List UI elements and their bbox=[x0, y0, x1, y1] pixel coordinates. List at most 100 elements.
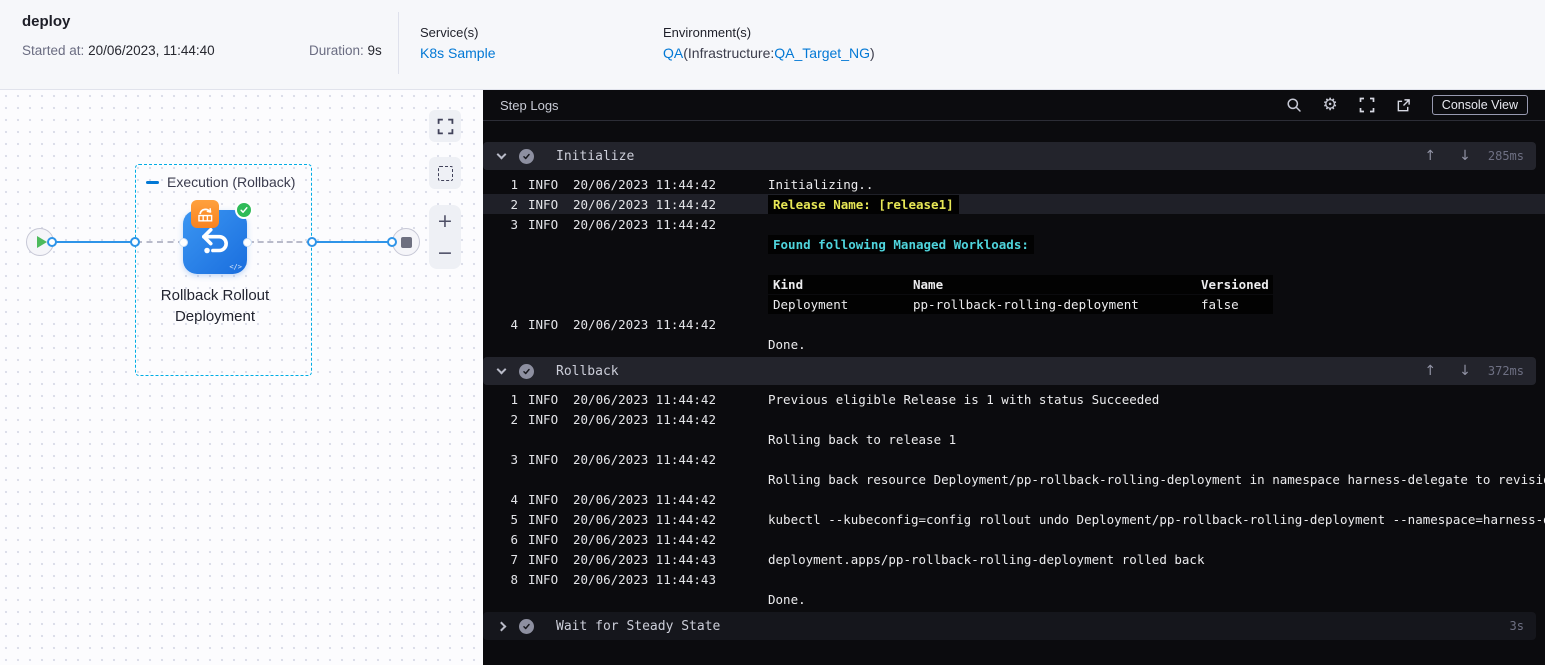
log-level: INFO bbox=[528, 511, 559, 527]
log-row[interactable]: Done. bbox=[483, 589, 1545, 609]
started-value: 20/06/2023, 11:44:40 bbox=[88, 43, 215, 58]
log-timestamp: 20/06/2023 11:44:42 bbox=[573, 196, 716, 212]
zoom-in-button[interactable]: + bbox=[429, 205, 461, 237]
rollback-step-node[interactable]: </> bbox=[183, 200, 253, 274]
log-line-number: 4 bbox=[510, 491, 518, 507]
log-line-number: 7 bbox=[510, 551, 518, 567]
highlighted-log-text: Release Name: [release1] bbox=[768, 194, 959, 214]
log-row[interactable] bbox=[483, 254, 1545, 274]
search-icon[interactable] bbox=[1286, 97, 1302, 113]
log-row[interactable]: 3 INFO 20/06/2023 11:44:42 bbox=[483, 449, 1545, 469]
environments-label: Environment(s) bbox=[663, 25, 752, 40]
log-row[interactable]: 5 INFO 20/06/2023 11:44:42 kubectl --kubeco… bbox=[483, 509, 1545, 529]
table-cell: pp-rollback-rolling-deployment bbox=[913, 296, 1139, 312]
log-section-title: Initialize bbox=[556, 148, 635, 164]
log-row[interactable]: Done. bbox=[483, 334, 1545, 354]
log-message: Done. bbox=[768, 591, 806, 607]
step-label: Rollback Rollout Deployment bbox=[160, 287, 270, 325]
log-timestamp: 20/06/2023 11:44:43 bbox=[573, 551, 716, 567]
chevron-right-icon[interactable] bbox=[496, 621, 507, 631]
connector-dot bbox=[47, 237, 57, 247]
gear-icon[interactable]: ⚙ bbox=[1323, 96, 1338, 114]
log-row[interactable]: Found following Managed Workloads: bbox=[483, 234, 1545, 254]
log-row[interactable]: 4 INFO 20/06/2023 11:44:42 bbox=[483, 489, 1545, 509]
log-level: INFO bbox=[528, 196, 559, 212]
expand-logs-icon[interactable] bbox=[1359, 97, 1375, 113]
scroll-to-bottom-icon[interactable]: ↓ bbox=[1459, 363, 1471, 379]
canvas-select-button[interactable] bbox=[429, 157, 461, 189]
execution-page: deploy Started at: 20/06/2023, 11:44:40 … bbox=[0, 0, 1545, 665]
log-rows-rollback: 1 INFO 20/06/2023 11:44:42 Previous eligibl… bbox=[483, 385, 1545, 609]
services-block: Service(s) K8s Sample bbox=[420, 25, 495, 61]
play-icon bbox=[36, 236, 47, 248]
rollback-arrow-icon bbox=[202, 227, 228, 254]
code-glyph: </> bbox=[229, 263, 242, 271]
log-row[interactable]: 1 INFO 20/06/2023 11:44:42 Initializing.. bbox=[483, 174, 1545, 194]
connector-line-dashed bbox=[136, 241, 184, 243]
scroll-to-bottom-icon[interactable]: ↓ bbox=[1459, 148, 1471, 164]
log-line-number: 4 bbox=[510, 316, 518, 332]
log-row[interactable]: 1 INFO 20/06/2023 11:44:42 Previous eligibl… bbox=[483, 389, 1545, 409]
log-timestamp: 20/06/2023 11:44:42 bbox=[573, 451, 716, 467]
success-check-icon bbox=[235, 201, 253, 219]
table-header: Kind Name Versioned bbox=[768, 274, 1273, 294]
log-line-number: 2 bbox=[510, 196, 518, 212]
service-link[interactable]: K8s Sample bbox=[420, 45, 495, 61]
chevron-down-icon[interactable] bbox=[496, 364, 507, 375]
connector-dot bbox=[130, 237, 140, 247]
console-view-button[interactable]: Console View bbox=[1431, 95, 1528, 115]
canvas-fullscreen-button[interactable] bbox=[429, 110, 461, 142]
log-row[interactable]: Rolling back resource Deployment/pp-roll… bbox=[483, 469, 1545, 489]
step-port-dot bbox=[243, 237, 252, 247]
scroll-to-top-icon[interactable]: ↑ bbox=[1424, 148, 1436, 164]
log-row[interactable]: Kind Name Versioned bbox=[483, 274, 1545, 294]
stop-icon bbox=[400, 236, 412, 248]
execution-header: deploy Started at: 20/06/2023, 11:44:40 … bbox=[0, 0, 1545, 90]
log-level: INFO bbox=[528, 571, 559, 587]
log-message: Deployment pp-rollback-rolling-deployment… bbox=[768, 294, 1545, 314]
log-row[interactable]: 2 INFO 20/06/2023 11:44:42 Release Name: [r… bbox=[483, 194, 1545, 214]
log-message: Release Name: [release1] bbox=[768, 194, 1545, 214]
log-timestamp: 20/06/2023 11:44:42 bbox=[573, 411, 716, 427]
log-message: deployment.apps/pp-rollback-rolling-depl… bbox=[768, 551, 1205, 567]
table-cell: Versioned bbox=[1201, 276, 1268, 292]
services-label: Service(s) bbox=[420, 25, 479, 40]
log-timestamp: 20/06/2023 11:44:43 bbox=[573, 571, 716, 587]
section-duration: 3s bbox=[1509, 619, 1524, 633]
log-row[interactable]: 6 INFO 20/06/2023 11:44:42 bbox=[483, 529, 1545, 549]
log-level: INFO bbox=[528, 451, 559, 467]
header-divider bbox=[398, 12, 399, 74]
log-row[interactable]: Rolling back to release 1 bbox=[483, 429, 1545, 449]
log-line-number: 3 bbox=[510, 451, 518, 467]
zoom-out-button[interactable]: − bbox=[429, 237, 461, 269]
log-row[interactable]: Deployment pp-rollback-rolling-deployment… bbox=[483, 294, 1545, 314]
chevron-down-icon[interactable] bbox=[496, 149, 507, 160]
log-row[interactable]: 8 INFO 20/06/2023 11:44:43 bbox=[483, 569, 1545, 589]
log-timestamp: 20/06/2023 11:44:42 bbox=[573, 216, 716, 232]
log-line-number: 6 bbox=[510, 531, 518, 547]
connector-line bbox=[313, 241, 393, 243]
execution-group-label: Execution (Rollback) bbox=[167, 174, 296, 190]
log-section-header-wait-for-steady-state[interactable]: Wait for Steady State 3s bbox=[483, 612, 1536, 640]
log-level: INFO bbox=[528, 491, 559, 507]
step-port-dot bbox=[179, 237, 188, 247]
pipeline-canvas[interactable]: Execution (Rollback) </> Rollback Rollou… bbox=[0, 90, 483, 665]
scroll-to-top-icon[interactable]: ↑ bbox=[1424, 363, 1436, 379]
log-message: Rolling back to release 1 bbox=[768, 431, 957, 447]
log-row[interactable]: 3 INFO 20/06/2023 11:44:42 bbox=[483, 214, 1545, 234]
environment-link[interactable]: QA(Infrastructure:QA_Target_NG) bbox=[663, 45, 875, 61]
log-section-header-initialize[interactable]: Initialize ↑ ↓ 285ms bbox=[483, 142, 1536, 170]
log-row[interactable]: 2 INFO 20/06/2023 11:44:42 bbox=[483, 409, 1545, 429]
open-in-new-icon[interactable] bbox=[1396, 98, 1411, 113]
log-row[interactable]: 7 INFO 20/06/2023 11:44:43 deployment.apps/… bbox=[483, 549, 1545, 569]
log-message: Initializing.. bbox=[768, 176, 874, 192]
fullscreen-icon bbox=[437, 118, 453, 134]
log-timestamp: 20/06/2023 11:44:42 bbox=[573, 391, 716, 407]
collapse-icon[interactable] bbox=[146, 180, 159, 184]
log-level: INFO bbox=[528, 216, 559, 232]
status-success-icon bbox=[519, 363, 534, 379]
connector-dot bbox=[307, 237, 317, 247]
log-row[interactable]: 4 INFO 20/06/2023 11:44:42 bbox=[483, 314, 1545, 334]
log-message: kubectl --kubeconfig=config rollout undo… bbox=[768, 511, 1545, 527]
log-section-header-rollback[interactable]: Rollback ↑ ↓ 372ms bbox=[483, 357, 1536, 385]
